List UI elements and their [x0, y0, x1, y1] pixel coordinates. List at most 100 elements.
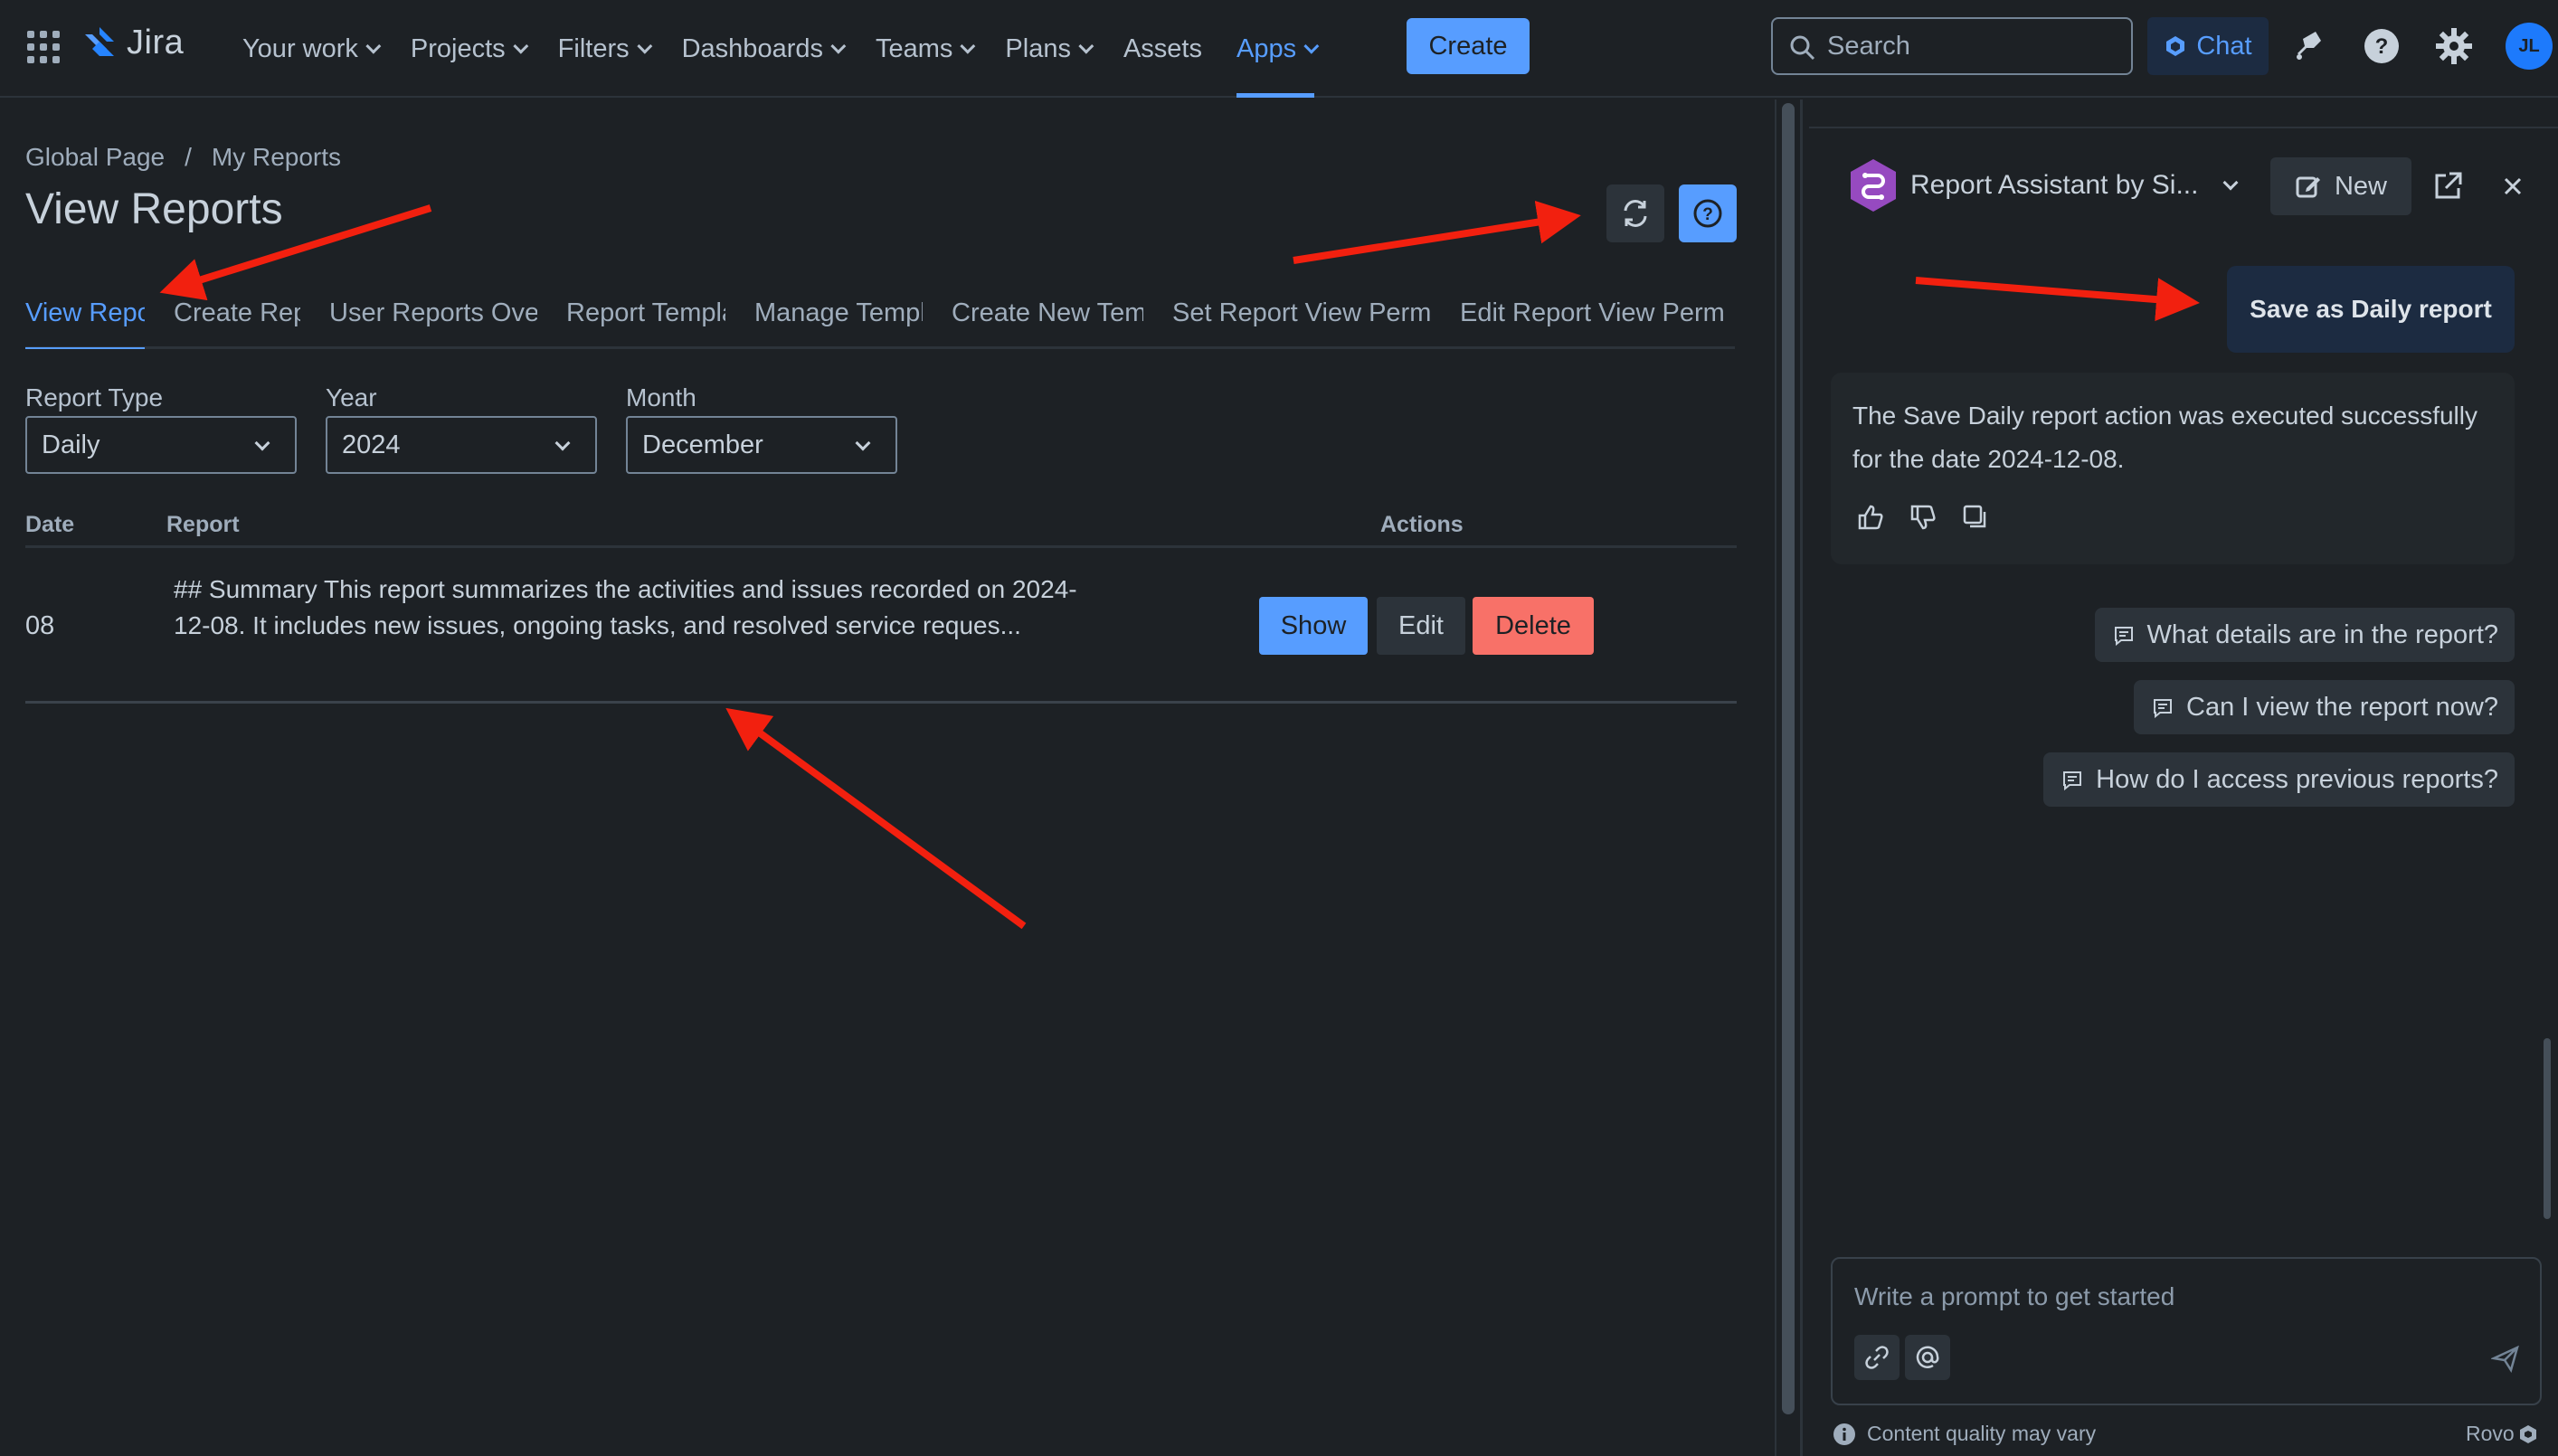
thumbs-down-icon[interactable]: [1909, 503, 1937, 532]
edit-icon: [2296, 176, 2320, 198]
scrollbar-thumb[interactable]: [1782, 103, 1795, 1414]
create-button[interactable]: Create: [1407, 18, 1530, 74]
suggestion-text: Can I view the report now?: [2186, 692, 2498, 722]
content-quality-text: Content quality may vary: [1867, 1422, 2097, 1445]
nav-projects[interactable]: Projects: [410, 0, 528, 98]
top-navigation: Jira Your work Projects Filters Dashboar…: [0, 0, 2558, 98]
refresh-button[interactable]: [1606, 184, 1664, 242]
breadcrumb-separator: /: [185, 143, 192, 171]
notifications-icon[interactable]: [2286, 24, 2331, 69]
panel-scrollbar[interactable]: [2544, 242, 2553, 1219]
suggestion-chip[interactable]: How do I access previous reports?: [2043, 752, 2515, 807]
tab-create-reports[interactable]: Create Reports: [174, 298, 300, 349]
nav-label: Projects: [410, 33, 506, 63]
year-value: 2024: [342, 430, 401, 459]
content-quality-note: Content quality may vary: [1833, 1422, 2096, 1446]
tab-create-new-template[interactable]: Create New Template: [952, 298, 1143, 349]
close-icon[interactable]: [2496, 170, 2529, 203]
logo-text: Jira: [127, 24, 185, 61]
open-external-icon[interactable]: [2430, 168, 2466, 204]
chevron-down-icon: [1303, 38, 1320, 54]
nav-assets[interactable]: Assets: [1123, 0, 1202, 98]
attach-link-button[interactable]: [1854, 1335, 1900, 1380]
column-header-date: Date: [25, 512, 75, 537]
nav-label: Plans: [1005, 33, 1071, 63]
nav-label: Your work: [242, 33, 358, 63]
show-button[interactable]: Show: [1259, 597, 1368, 655]
arrow-to-saved-report: [725, 707, 1027, 930]
tab-manage-templates[interactable]: Manage Templates: [754, 298, 923, 349]
nav-filters[interactable]: Filters: [558, 0, 652, 98]
new-label: New: [2334, 171, 2387, 201]
breadcrumb-my-reports[interactable]: My Reports: [212, 143, 341, 172]
chat-button[interactable]: Chat: [2147, 17, 2269, 75]
row-date: 08: [25, 611, 55, 640]
copy-icon[interactable]: [1961, 503, 1990, 532]
nav-apps[interactable]: Apps: [1236, 0, 1320, 98]
rovo-brand: Rovo: [2466, 1422, 2538, 1446]
help-icon[interactable]: ?: [2359, 24, 2404, 69]
tab-report-templates[interactable]: Report Templates: [566, 298, 725, 349]
send-icon[interactable]: [2489, 1344, 2520, 1377]
chevron-down-icon: [554, 435, 571, 451]
chevron-down-icon: [636, 38, 652, 54]
report-type-select[interactable]: Daily: [25, 416, 297, 474]
report-type-label: Report Type: [25, 383, 164, 411]
chat-label: Chat: [2196, 31, 2252, 61]
suggestion-chip[interactable]: Can I view the report now?: [2134, 680, 2515, 734]
nav-your-work[interactable]: Your work: [242, 0, 382, 98]
nav-label: Dashboards: [681, 33, 823, 63]
delete-button[interactable]: Delete: [1473, 597, 1594, 655]
search-placeholder: Search: [1827, 31, 1910, 61]
settings-gear-icon[interactable]: [2431, 24, 2477, 69]
nav-dashboards[interactable]: Dashboards: [681, 0, 847, 98]
column-header-actions: Actions: [1380, 512, 1464, 537]
tab-user-reports-overview[interactable]: User Reports Overview: [329, 298, 537, 349]
scrollbar-thumb[interactable]: [2544, 1038, 2551, 1219]
user-avatar[interactable]: JL: [2506, 23, 2553, 70]
comment-icon: [2114, 627, 2133, 647]
rovo-label: Rovo: [2466, 1422, 2515, 1445]
comment-icon: [2154, 699, 2173, 719]
search-icon: [1790, 35, 1815, 61]
tab-set-report-view-permissions[interactable]: Set Report View Permissions: [1172, 298, 1431, 349]
nav-plans[interactable]: Plans: [1005, 0, 1094, 98]
nav-label: Assets: [1123, 33, 1202, 63]
tab-view-reports[interactable]: View Reports: [25, 298, 145, 349]
rovo-icon: [2519, 1424, 2536, 1443]
jira-logo-icon: [85, 26, 114, 56]
question-circle-icon: ?: [1693, 199, 1722, 228]
info-icon: [1833, 1423, 1855, 1445]
arrow-to-refresh-button: [1293, 200, 1581, 264]
prompt-input[interactable]: Write a prompt to get started: [1831, 1257, 2542, 1405]
svg-text:?: ?: [1702, 205, 1713, 224]
suggestion-text: How do I access previous reports?: [2096, 764, 2498, 794]
refresh-icon: [1624, 200, 1647, 227]
assistant-message: The Save Daily report action was execute…: [1831, 373, 2515, 564]
rovo-chat-icon: [2166, 36, 2185, 56]
suggestion-chip[interactable]: What details are in the report?: [2094, 608, 2515, 662]
search-input[interactable]: Search: [1771, 17, 2133, 75]
new-chat-button[interactable]: New: [2270, 157, 2411, 215]
tab-edit-report-view-permissions[interactable]: Edit Report View Permissions: [1460, 298, 1724, 349]
chevron-down-icon: [855, 435, 871, 451]
row-divider: [25, 701, 1737, 704]
breadcrumb-global-page[interactable]: Global Page: [25, 143, 165, 172]
month-select[interactable]: December: [626, 416, 897, 474]
chevron-down-icon: [254, 435, 270, 451]
chevron-down-icon: [1078, 38, 1094, 54]
agent-selector[interactable]: Report Assistant by Si...: [1910, 170, 2198, 201]
main-scrollbar[interactable]: [1775, 99, 1798, 1456]
page-title: View Reports: [25, 185, 283, 233]
report-type-value: Daily: [42, 430, 100, 459]
app-switcher-icon[interactable]: [27, 31, 60, 63]
edit-button[interactable]: Edit: [1377, 597, 1465, 655]
agent-avatar-icon: [1851, 159, 1896, 212]
mention-button[interactable]: [1905, 1335, 1950, 1380]
help-button[interactable]: ?: [1679, 184, 1737, 242]
thumbs-up-icon[interactable]: [1856, 503, 1885, 532]
nav-label: Apps: [1236, 33, 1297, 63]
jira-logo[interactable]: Jira: [81, 24, 184, 62]
nav-teams[interactable]: Teams: [876, 0, 976, 98]
year-select[interactable]: 2024: [326, 416, 597, 474]
